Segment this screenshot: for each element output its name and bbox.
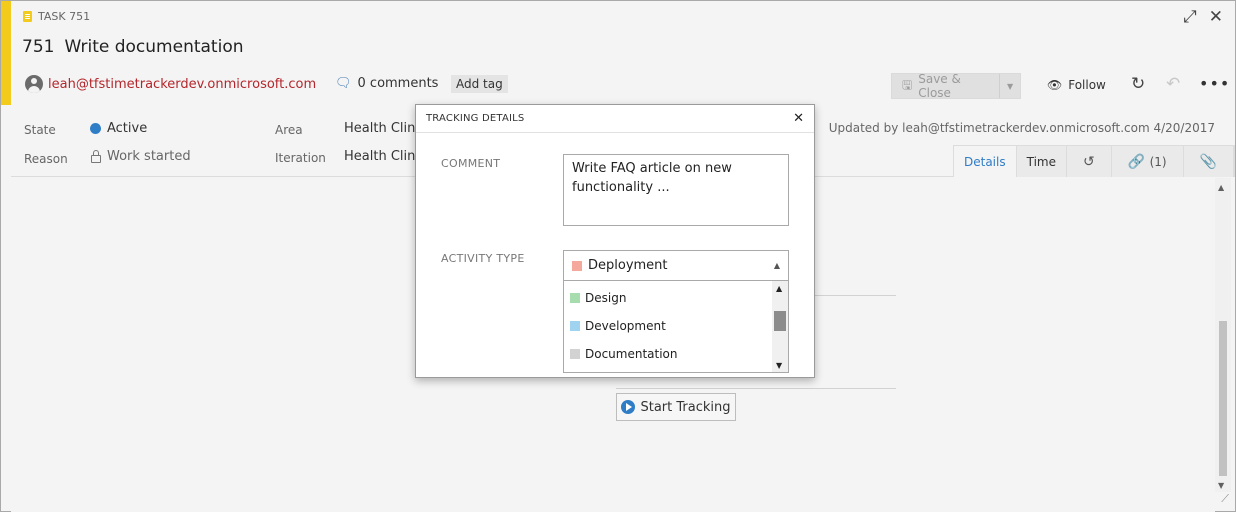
work-item-type-accent [1, 1, 11, 105]
activity-type-selected: Deployment [588, 258, 668, 273]
window-controls: ⤢ ✕ [1183, 7, 1223, 27]
task-kind-text: TASK 751 [38, 10, 91, 23]
documentation-swatch [570, 349, 580, 359]
design-swatch [570, 293, 580, 303]
link-icon: 🔗 [1127, 153, 1146, 170]
save-icon: 🖫 [902, 77, 913, 92]
reason-field: Work started [91, 149, 191, 164]
page-title[interactable]: 751 Write documentation [22, 37, 244, 57]
activity-type-select[interactable]: Deployment ▲ [563, 250, 789, 281]
assignee-name: leah@tfstimetrackerdev.onmicrosoft.com [48, 76, 317, 92]
state-value: Active [107, 121, 148, 136]
clipboard-icon [23, 11, 32, 22]
iteration-label: Iteration [275, 151, 326, 165]
iteration-field[interactable]: Health Clinic [344, 149, 426, 164]
more-actions-icon[interactable]: ••• [1199, 74, 1230, 93]
add-tag-button[interactable]: Add tag [451, 75, 508, 93]
tab-links[interactable]: 🔗 (1) [1112, 146, 1184, 177]
list-item-documentation[interactable]: Documentation [564, 340, 788, 368]
resize-grip-icon[interactable]: ⟋ [1221, 492, 1229, 506]
follow-button[interactable]: 👁 Follow [1047, 78, 1106, 92]
comment-icon: 🗨 [335, 76, 352, 91]
development-swatch [570, 321, 580, 331]
content-scrollbar[interactable]: ▲ ▼ [1215, 178, 1231, 492]
deployment-swatch [572, 260, 582, 271]
work-item-title: Write documentation [64, 37, 244, 57]
start-tracking-label: Start Tracking [640, 399, 731, 415]
assignee-picker[interactable]: leah@tfstimetrackerdev.onmicrosoft.com [25, 75, 316, 93]
comments-count: 0 comments [357, 76, 439, 91]
eye-icon: 👁 [1047, 78, 1063, 92]
scroll-up-icon[interactable]: ▲ [1218, 183, 1224, 192]
comment-input[interactable]: Write FAQ article on new functionality .… [563, 154, 789, 226]
scroll-up-icon[interactable]: ▲ [776, 284, 782, 293]
save-close-button[interactable]: 🖫 Save & Close ▼ [891, 72, 1021, 100]
save-dropdown-chevron-icon[interactable]: ▼ [999, 74, 1020, 98]
avatar [25, 75, 43, 93]
option-label: Documentation [585, 347, 678, 361]
reason-label: Reason [24, 152, 68, 166]
close-icon[interactable]: ✕ [1209, 7, 1223, 27]
undo-icon[interactable]: ↶ [1166, 74, 1180, 94]
tracking-details-dialog: TRACKING DETAILS ✕ COMMENT Write FAQ art… [415, 104, 815, 378]
scroll-thumb[interactable] [774, 311, 786, 331]
scroll-thumb[interactable] [1219, 321, 1227, 476]
area-label: Area [275, 123, 303, 137]
play-icon [621, 400, 636, 414]
save-close-label: Save & Close [918, 72, 961, 100]
dialog-title: TRACKING DETAILS [426, 113, 525, 124]
refresh-icon[interactable]: ↻ [1131, 74, 1145, 94]
lock-icon [91, 149, 101, 163]
work-item-id: 751 [22, 37, 55, 57]
tab-time[interactable]: Time [1017, 146, 1067, 177]
chevron-up-icon[interactable]: ▲ [774, 261, 780, 270]
scroll-down-icon[interactable]: ▼ [1218, 481, 1224, 490]
state-label: State [24, 123, 56, 137]
updated-by-text[interactable]: Updated by leah@tfstimetrackerdev.onmicr… [829, 121, 1215, 135]
scroll-down-icon[interactable]: ▼ [776, 361, 782, 370]
work-item-type-label: TASK 751 [23, 10, 90, 23]
area-field[interactable]: Health Clinic [344, 121, 426, 136]
attachment-icon[interactable]: 📎 [1184, 146, 1235, 177]
comment-label: COMMENT [441, 157, 501, 170]
list-item-development[interactable]: Development [564, 312, 788, 340]
expand-icon[interactable]: ⤢ [1183, 7, 1197, 27]
activity-type-listbox: Design Development Documentation ▲ ▼ [563, 281, 789, 373]
links-count: (1) [1149, 154, 1167, 169]
state-dot-icon [90, 123, 101, 134]
activity-type-label: ACTIVITY TYPE [441, 252, 525, 265]
divider [616, 388, 896, 389]
state-field[interactable]: Active [90, 121, 147, 136]
start-tracking-button[interactable]: Start Tracking [616, 393, 736, 421]
listbox-scrollbar[interactable]: ▲ ▼ [772, 281, 788, 372]
dialog-close-icon[interactable]: ✕ [793, 111, 804, 126]
option-label: Development [585, 319, 666, 333]
dialog-header: TRACKING DETAILS ✕ [416, 105, 814, 133]
reason-value: Work started [107, 149, 191, 164]
history-icon[interactable]: ↺ [1067, 146, 1112, 177]
list-item-design[interactable]: Design [564, 284, 788, 312]
follow-label: Follow [1068, 78, 1106, 92]
detail-tabs: Details Time ↺ 🔗 (1) 📎 [953, 145, 1236, 177]
comments-link[interactable]: 🗨 0 comments [335, 76, 438, 91]
tab-details[interactable]: Details [954, 146, 1017, 177]
option-label: Design [585, 291, 627, 305]
